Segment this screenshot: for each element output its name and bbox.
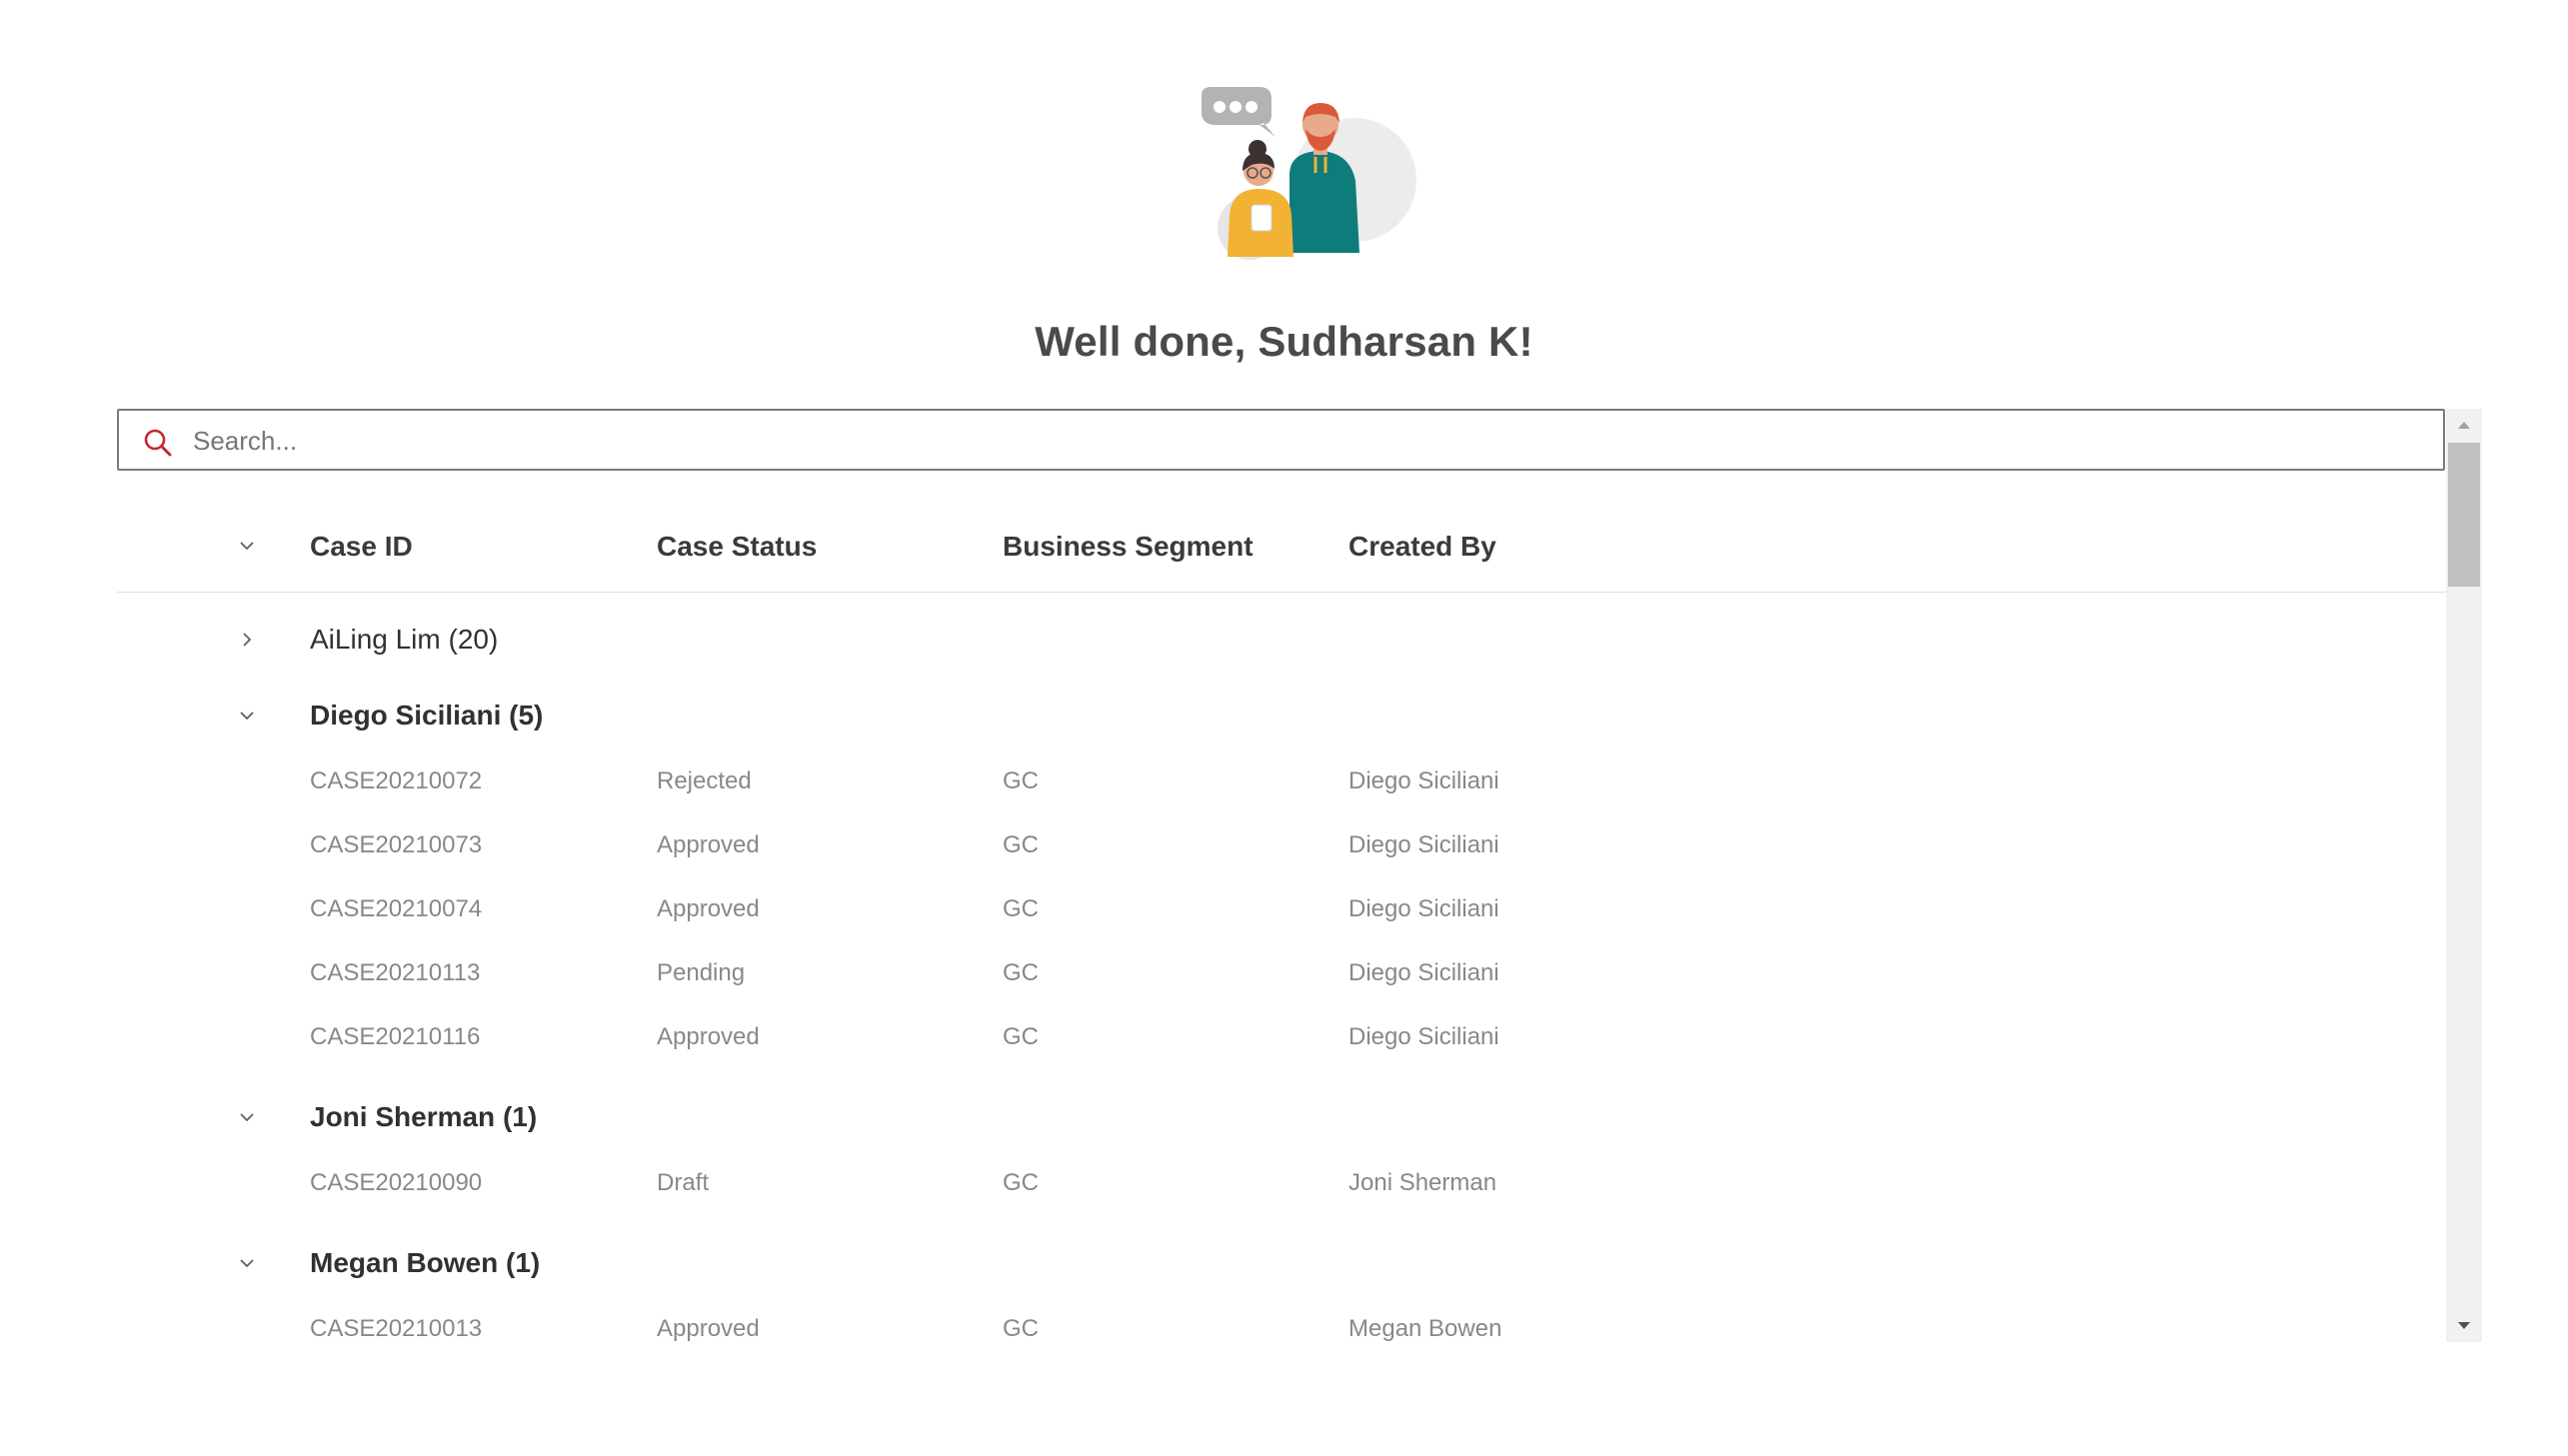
created-by-cell: Diego Siciliani <box>1348 1023 1499 1050</box>
business-segment-cell: GC <box>1003 831 1039 858</box>
group-row[interactable]: Megan Bowen (1) <box>117 1227 2446 1297</box>
created-by-cell: Joni Sherman <box>1348 1169 1497 1196</box>
hero-section: Well done, Sudharsan K! <box>0 0 2568 400</box>
chevron-down-icon[interactable] <box>237 1107 257 1127</box>
collapse-all-chevron-icon[interactable] <box>237 536 257 556</box>
case-id-cell: CASE20210113 <box>310 959 481 986</box>
business-segment-cell: GC <box>1003 959 1039 986</box>
welcome-heading: Well done, Sudharsan K! <box>1035 318 1533 365</box>
case-status-cell: Rejected <box>657 767 752 794</box>
table-row[interactable]: CASE20210090 Draft GC Joni Sherman <box>117 1151 2446 1215</box>
search-input[interactable] <box>191 419 2394 463</box>
chevron-down-icon[interactable] <box>237 706 257 726</box>
group-label[interactable]: AiLing Lim (20) <box>310 624 498 656</box>
case-id-cell: CASE20210074 <box>310 895 483 922</box>
case-status-cell: Approved <box>657 831 760 858</box>
table-row[interactable]: CASE20210073 Approved GC Diego Siciliani <box>117 813 2446 877</box>
created-by-cell: Diego Siciliani <box>1348 831 1499 858</box>
case-status-cell: Draft <box>657 1169 710 1196</box>
search-box[interactable] <box>117 409 2445 471</box>
people-illustration <box>1202 87 1416 260</box>
scroll-down-arrow-icon[interactable] <box>2446 1310 2482 1342</box>
chevron-right-icon[interactable] <box>237 630 257 650</box>
group-label[interactable]: Joni Sherman (1) <box>310 1101 537 1133</box>
business-segment-cell: GC <box>1003 767 1039 794</box>
case-id-cell: CASE20210072 <box>310 767 483 794</box>
table-row[interactable]: CASE20210074 Approved GC Diego Siciliani <box>117 877 2446 941</box>
case-id-cell: CASE20210013 <box>310 1315 483 1342</box>
business-segment-cell: GC <box>1003 895 1039 922</box>
case-status-cell: Approved <box>657 1023 760 1050</box>
created-by-cell: Diego Siciliani <box>1348 767 1499 794</box>
scroll-thumb[interactable] <box>2448 443 2480 587</box>
search-icon <box>144 429 172 457</box>
group-label[interactable]: Diego Siciliani (5) <box>310 700 543 731</box>
business-segment-cell: GC <box>1003 1315 1039 1342</box>
vertical-scrollbar[interactable] <box>2446 409 2482 1342</box>
case-status-cell: Pending <box>657 959 746 986</box>
table-row[interactable]: CASE20210072 Rejected GC Diego Siciliani <box>117 749 2446 813</box>
case-status-cell: Approved <box>657 1315 760 1342</box>
chevron-down-icon[interactable] <box>237 1253 257 1273</box>
created-by-cell: Megan Bowen <box>1348 1315 1502 1342</box>
grid-header: Case ID Case Status Business Segment Cre… <box>117 500 2446 593</box>
created-by-cell: Diego Siciliani <box>1348 895 1499 922</box>
case-status-cell: Approved <box>657 895 760 922</box>
column-header-business-segment[interactable]: Business Segment <box>1003 531 1254 563</box>
cases-grid: Case ID Case Status Business Segment Cre… <box>117 500 2446 1342</box>
group-row[interactable]: Joni Sherman (1) <box>117 1081 2446 1151</box>
table-row[interactable]: CASE20210013 Approved GC Megan Bowen <box>117 1297 2446 1342</box>
table-row[interactable]: CASE20210113 Pending GC Diego Siciliani <box>117 941 2446 1005</box>
created-by-cell: Diego Siciliani <box>1348 959 1499 986</box>
business-segment-cell: GC <box>1003 1023 1039 1050</box>
table-row[interactable]: CASE20210116 Approved GC Diego Siciliani <box>117 1005 2446 1069</box>
group-label[interactable]: Megan Bowen (1) <box>310 1247 540 1279</box>
column-header-case-id[interactable]: Case ID <box>310 531 413 563</box>
scroll-up-arrow-icon[interactable] <box>2446 409 2482 441</box>
case-id-cell: CASE20210073 <box>310 831 483 858</box>
business-segment-cell: GC <box>1003 1169 1039 1196</box>
case-id-cell: CASE20210116 <box>310 1023 481 1050</box>
column-header-created-by[interactable]: Created By <box>1348 531 1496 563</box>
group-row[interactable]: Diego Siciliani (5) <box>117 680 2446 749</box>
group-row[interactable]: AiLing Lim (20) <box>117 604 2446 674</box>
case-id-cell: CASE20210090 <box>310 1169 483 1196</box>
column-header-case-status[interactable]: Case Status <box>657 531 817 563</box>
